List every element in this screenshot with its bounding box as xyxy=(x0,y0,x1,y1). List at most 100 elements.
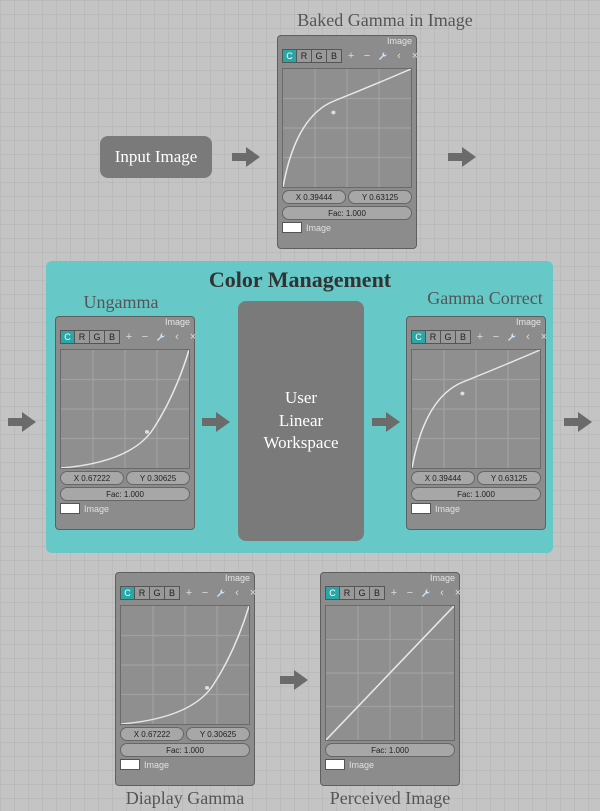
node-title: Image xyxy=(56,317,194,329)
close-icon[interactable]: × xyxy=(539,332,549,342)
channel-tab-c[interactable]: C xyxy=(282,49,297,63)
y-value-field[interactable]: Y 0.30625 xyxy=(186,727,250,741)
curve-canvas[interactable] xyxy=(325,605,455,741)
wrench-icon[interactable] xyxy=(378,51,388,61)
color-swatch[interactable] xyxy=(411,503,431,514)
chevron-left-icon[interactable]: ‹ xyxy=(437,588,447,598)
image-socket-label: Image xyxy=(144,760,169,770)
zoom-out-icon[interactable]: − xyxy=(405,588,415,598)
channel-tab-r[interactable]: R xyxy=(340,586,355,600)
y-value-field[interactable]: Y 0.63125 xyxy=(348,190,412,204)
image-socket-label: Image xyxy=(349,760,374,770)
curve-canvas[interactable] xyxy=(120,605,250,725)
arrow-icon xyxy=(448,145,476,169)
zoom-in-icon[interactable]: + xyxy=(346,51,356,61)
arrow-icon xyxy=(372,410,400,434)
x-value-field[interactable]: X 0.67222 xyxy=(120,727,184,741)
arrow-icon xyxy=(8,410,36,434)
chevron-left-icon[interactable]: ‹ xyxy=(394,51,404,61)
input-image-text: Input Image xyxy=(115,146,198,169)
chevron-left-icon[interactable]: ‹ xyxy=(232,588,242,598)
channel-tab-g[interactable]: G xyxy=(355,586,370,600)
x-value-field[interactable]: X 0.39444 xyxy=(411,471,475,485)
channel-tab-c[interactable]: C xyxy=(325,586,340,600)
image-socket-label: Image xyxy=(84,504,109,514)
channel-tab-b[interactable]: B xyxy=(105,330,120,344)
arrow-icon xyxy=(232,145,260,169)
close-icon[interactable]: × xyxy=(248,588,258,598)
channel-tab-b[interactable]: B xyxy=(165,586,180,600)
zoom-in-icon[interactable]: + xyxy=(389,588,399,598)
node-title: Image xyxy=(116,573,254,585)
curve-node-perceived[interactable]: Image CRGB + − ‹ × xyxy=(320,572,460,786)
baked-gamma-label: Baked Gamma in Image xyxy=(275,10,495,31)
color-swatch[interactable] xyxy=(120,759,140,770)
channel-tab-g[interactable]: G xyxy=(441,330,456,344)
channel-tab-c[interactable]: C xyxy=(411,330,426,344)
input-image-block: Input Image xyxy=(100,136,212,178)
wrench-icon[interactable] xyxy=(216,588,226,598)
channel-tab-r[interactable]: R xyxy=(426,330,441,344)
close-icon[interactable]: × xyxy=(410,51,420,61)
zoom-out-icon[interactable]: − xyxy=(140,332,150,342)
channel-tab-r[interactable]: R xyxy=(297,49,312,63)
fac-field[interactable]: Fac: 1.000 xyxy=(411,487,541,501)
channel-tab-c[interactable]: C xyxy=(120,586,135,600)
curve-canvas[interactable] xyxy=(282,68,412,188)
user-linear-workspace-text: User Linear Workspace xyxy=(263,387,338,456)
zoom-in-icon[interactable]: + xyxy=(475,332,485,342)
close-icon[interactable]: × xyxy=(453,588,463,598)
gamma-correct-label: Gamma Correct xyxy=(420,288,550,309)
zoom-out-icon[interactable]: − xyxy=(200,588,210,598)
channel-tab-b[interactable]: B xyxy=(327,49,342,63)
display-gamma-label: Diaplay Gamma xyxy=(110,788,260,809)
y-value-field[interactable]: Y 0.30625 xyxy=(126,471,190,485)
channel-tab-g[interactable]: G xyxy=(150,586,165,600)
curve-node-baked[interactable]: Image CRGB + − ‹ × xyxy=(277,35,417,249)
fac-field[interactable]: Fac: 1.000 xyxy=(325,743,455,757)
node-title: Image xyxy=(278,36,416,48)
x-value-field[interactable]: X 0.39444 xyxy=(282,190,346,204)
image-socket-label: Image xyxy=(306,223,331,233)
channel-tab-b[interactable]: B xyxy=(370,586,385,600)
chevron-left-icon[interactable]: ‹ xyxy=(523,332,533,342)
curve-node-ungamma[interactable]: Image CRGB + − ‹ × xyxy=(55,316,195,530)
channel-tab-g[interactable]: G xyxy=(312,49,327,63)
wrench-icon[interactable] xyxy=(507,332,517,342)
color-swatch[interactable] xyxy=(325,759,345,770)
close-icon[interactable]: × xyxy=(188,332,198,342)
fac-field[interactable]: Fac: 1.000 xyxy=(120,743,250,757)
channel-tab-r[interactable]: R xyxy=(75,330,90,344)
curve-canvas[interactable] xyxy=(60,349,190,469)
color-swatch[interactable] xyxy=(60,503,80,514)
chevron-left-icon[interactable]: ‹ xyxy=(172,332,182,342)
curve-node-gamma-correct[interactable]: Image CRGB + − ‹ × xyxy=(406,316,546,530)
channel-tabs: CRGB xyxy=(60,330,120,344)
channel-tabs: CRGB xyxy=(282,49,342,63)
wrench-icon[interactable] xyxy=(156,332,166,342)
x-value-field[interactable]: X 0.67222 xyxy=(60,471,124,485)
fac-field[interactable]: Fac: 1.000 xyxy=(60,487,190,501)
zoom-out-icon[interactable]: − xyxy=(491,332,501,342)
perceived-image-label: Perceived Image xyxy=(310,788,470,809)
color-management-title: Color Management xyxy=(180,267,420,293)
channel-tab-b[interactable]: B xyxy=(456,330,471,344)
y-value-field[interactable]: Y 0.63125 xyxy=(477,471,541,485)
channel-tab-c[interactable]: C xyxy=(60,330,75,344)
curve-canvas[interactable] xyxy=(411,349,541,469)
wrench-icon[interactable] xyxy=(421,588,431,598)
color-swatch[interactable] xyxy=(282,222,302,233)
arrow-icon xyxy=(202,410,230,434)
image-socket-label: Image xyxy=(435,504,460,514)
channel-tab-g[interactable]: G xyxy=(90,330,105,344)
user-linear-workspace-block: User Linear Workspace xyxy=(238,301,364,541)
node-title: Image xyxy=(321,573,459,585)
fac-field[interactable]: Fac: 1.000 xyxy=(282,206,412,220)
zoom-out-icon[interactable]: − xyxy=(362,51,372,61)
ungamma-label: Ungamma xyxy=(66,292,176,313)
channel-tab-r[interactable]: R xyxy=(135,586,150,600)
channel-tabs: CRGB xyxy=(325,586,385,600)
zoom-in-icon[interactable]: + xyxy=(184,588,194,598)
curve-node-display-gamma[interactable]: Image CRGB + − ‹ × xyxy=(115,572,255,786)
zoom-in-icon[interactable]: + xyxy=(124,332,134,342)
